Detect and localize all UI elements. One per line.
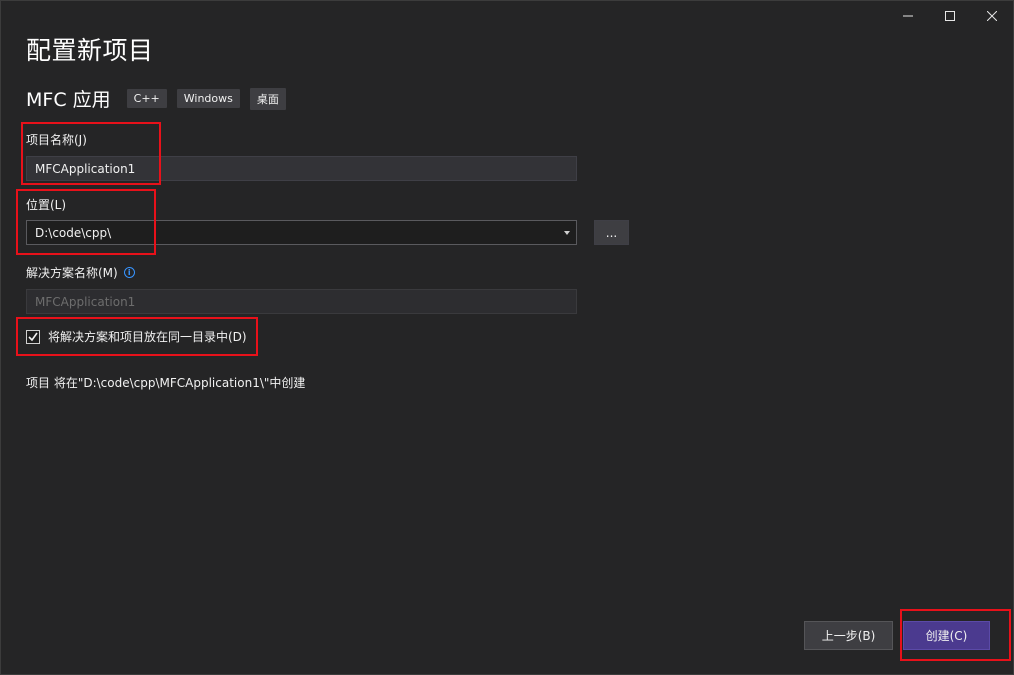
maximize-icon[interactable] (929, 1, 971, 31)
solution-name-label-row: 解决方案名称(M) i (26, 264, 135, 281)
configure-project-dialog: 配置新项目 MFC 应用 C++ Windows 桌面 项目名称(J) MFCA… (0, 0, 1014, 675)
back-button[interactable]: 上一步(B) (804, 621, 893, 650)
browse-button[interactable]: ... (594, 220, 629, 245)
tag-windows: Windows (176, 89, 240, 108)
info-icon[interactable]: i (123, 267, 135, 278)
solution-name-label: 解决方案名称(M) (26, 266, 118, 280)
create-button[interactable]: 创建(C) (903, 621, 990, 650)
solution-name-value: MFCApplication1 (35, 294, 136, 309)
project-name-value: MFCApplication1 (35, 161, 136, 176)
checkmark-icon (28, 332, 38, 341)
project-name-label: 项目名称(J) (26, 133, 87, 147)
project-location-summary: 项目 将在"D:\code\cpp\MFCApplication1\"中创建 (26, 376, 306, 390)
minimize-icon[interactable] (887, 1, 929, 31)
template-header: MFC 应用 C++ Windows 桌面 (26, 85, 296, 112)
location-label: 位置(L) (26, 198, 67, 212)
solution-name-input: MFCApplication1 (26, 289, 577, 314)
window-controls (887, 1, 1013, 31)
same-directory-checkbox[interactable] (26, 329, 40, 344)
page-title: 配置新项目 (26, 36, 154, 65)
project-name-input[interactable]: MFCApplication1 (26, 156, 577, 181)
template-name: MFC 应用 (26, 89, 111, 111)
same-directory-option[interactable]: 将解决方案和项目放在同一目录中(D) (26, 328, 247, 345)
location-combobox[interactable]: D:\code\cpp\ (26, 220, 577, 245)
location-value: D:\code\cpp\ (35, 225, 112, 240)
tag-desktop: 桌面 (249, 87, 286, 110)
same-directory-label: 将解决方案和项目放在同一目录中(D) (48, 330, 247, 344)
chevron-down-icon[interactable] (564, 231, 570, 235)
tag-cpp: C++ (126, 89, 167, 108)
close-icon[interactable] (971, 1, 1013, 31)
